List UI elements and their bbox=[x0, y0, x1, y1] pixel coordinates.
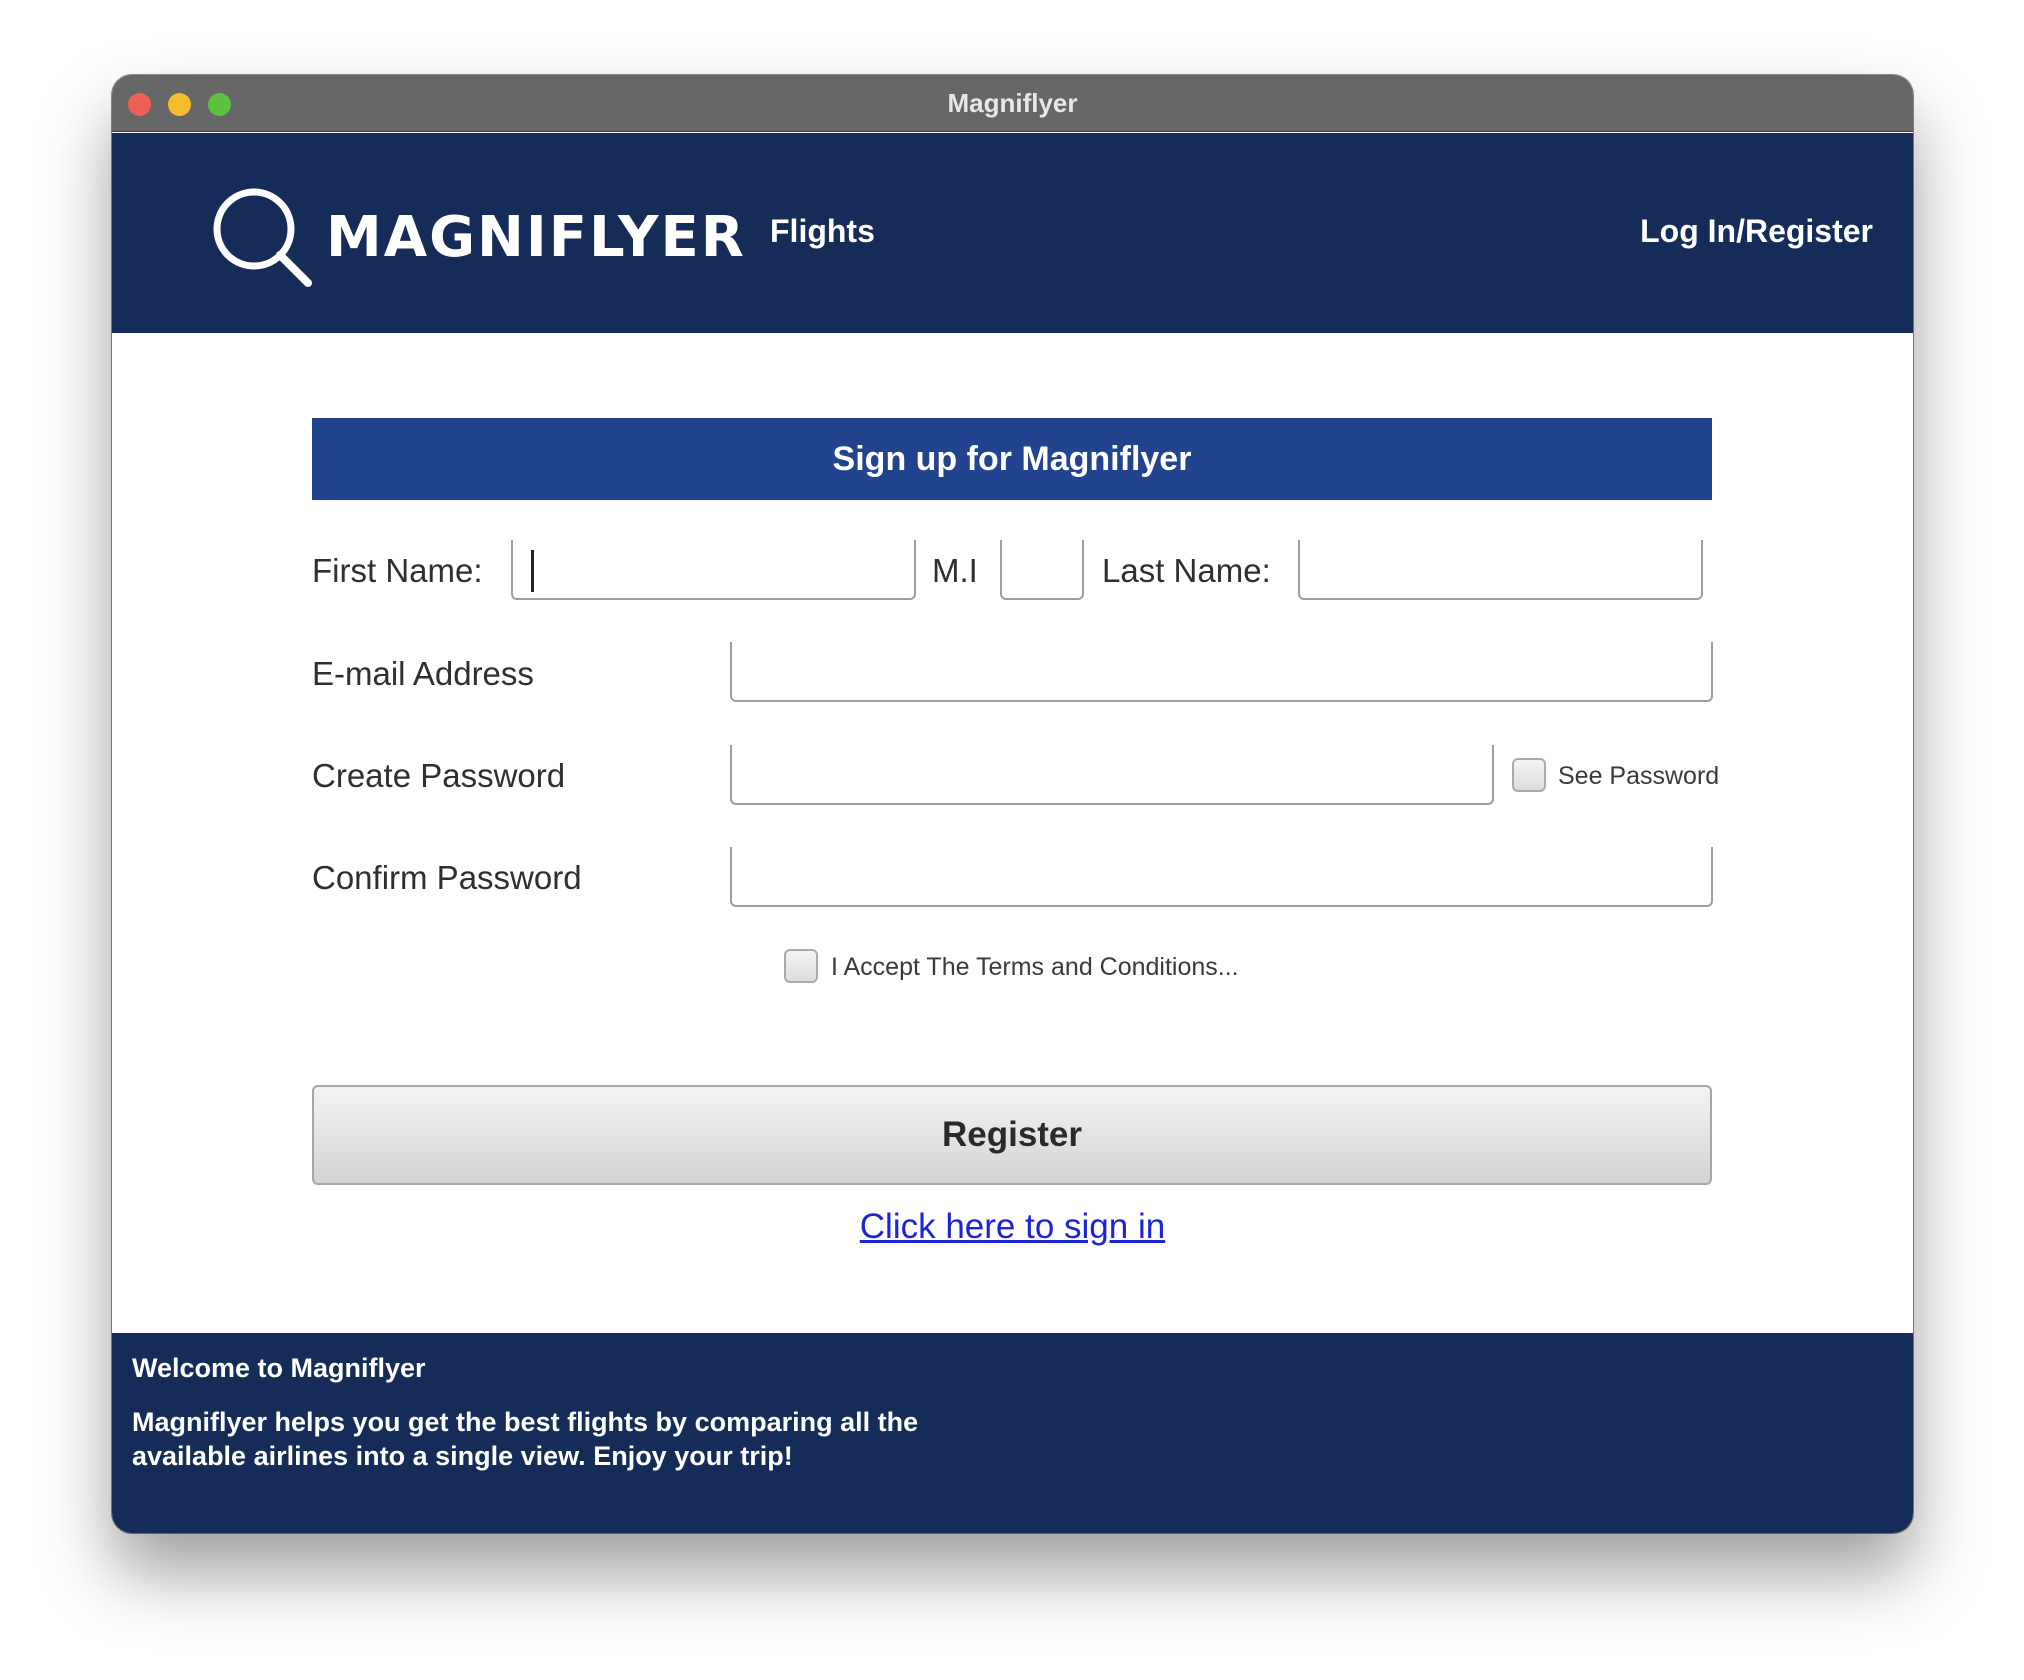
email-field[interactable] bbox=[730, 642, 1713, 702]
terms-label[interactable]: I Accept The Terms and Conditions... bbox=[831, 953, 1239, 982]
see-password-label[interactable]: See Password bbox=[1558, 762, 1719, 791]
middle-initial-field[interactable] bbox=[1000, 540, 1084, 600]
create-password-label: Create Password bbox=[312, 757, 566, 794]
logo[interactable]: MAGNIFLYER bbox=[208, 183, 744, 293]
confirm-password-label: Confirm Password bbox=[312, 859, 582, 896]
footer-title: Welcome to Magniflyer bbox=[132, 1353, 426, 1383]
last-name-label: Last Name: bbox=[1102, 552, 1271, 589]
last-name-field[interactable] bbox=[1298, 540, 1703, 600]
logo-text: MAGNIFLYER bbox=[326, 205, 746, 270]
app-window: Magniflyer MAGNIFLYER Flights Log In/Reg… bbox=[112, 75, 1913, 1533]
window-title: Magniflyer bbox=[947, 88, 1078, 118]
create-password-field[interactable] bbox=[730, 745, 1494, 805]
see-password-checkbox[interactable] bbox=[1512, 758, 1546, 792]
nav-login-register-link[interactable]: Log In/Register bbox=[1640, 213, 1873, 250]
email-label: E-mail Address bbox=[312, 655, 534, 692]
magnifier-logo-icon bbox=[213, 188, 312, 287]
signup-banner: Sign up for Magniflyer bbox=[312, 418, 1712, 500]
app-header: MAGNIFLYER Flights Log In/Register bbox=[112, 133, 1913, 333]
confirm-password-field[interactable] bbox=[730, 847, 1713, 907]
first-name-field[interactable] bbox=[511, 540, 916, 600]
middle-initial-label: M.I bbox=[932, 552, 978, 589]
sign-in-link[interactable]: Click here to sign in bbox=[112, 1207, 1913, 1247]
first-name-label: First Name: bbox=[312, 552, 483, 589]
footer-description: Magniflyer helps you get the best flight… bbox=[132, 1407, 919, 1471]
app-footer: Welcome to Magniflyer Magniflyer helps y… bbox=[112, 1333, 1913, 1533]
terms-checkbox[interactable] bbox=[784, 949, 818, 983]
title-bar[interactable]: Magniflyer bbox=[112, 75, 1913, 132]
nav-flights-link[interactable]: Flights bbox=[770, 213, 875, 250]
text-cursor bbox=[531, 550, 534, 592]
register-button[interactable]: Register bbox=[312, 1085, 1712, 1185]
sign-in-link-text[interactable]: Click here to sign in bbox=[860, 1207, 1165, 1246]
